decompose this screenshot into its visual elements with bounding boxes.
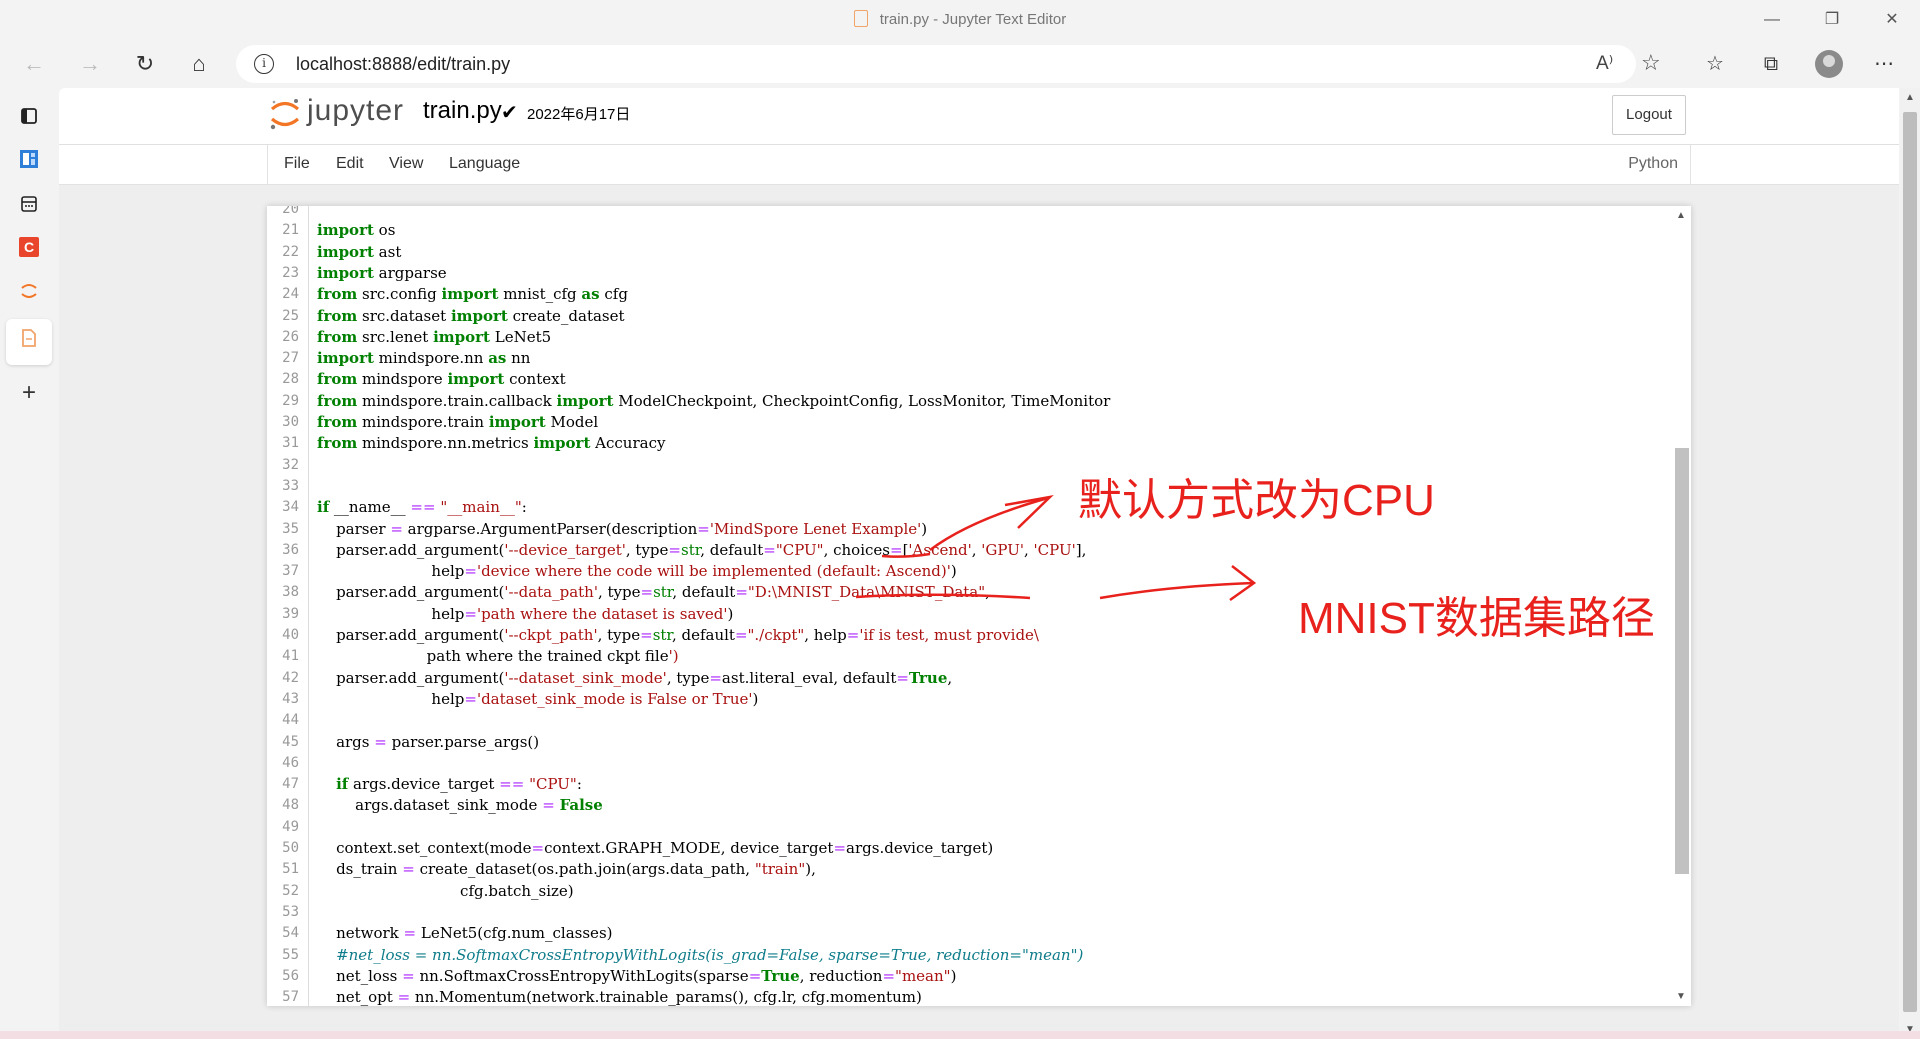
path-arrow [1099, 581, 1254, 600]
page-scroll-up-arrow[interactable]: ▲ [1905, 92, 1915, 103]
cpu-underline [881, 552, 931, 558]
page-scrollbar[interactable]: ▲ ▼ [1900, 88, 1920, 1039]
annotation-cpu-default: 默认方式改为CPU [1078, 476, 1435, 525]
bottom-strip [0, 1031, 1920, 1039]
path-underline [855, 593, 1031, 600]
page-scroll-thumb[interactable] [1903, 112, 1917, 1012]
cpu-arrow [929, 496, 1049, 552]
annotation-mnist-path: MNIST数据集路径 [1298, 594, 1655, 643]
cpu-arrowhead [1004, 495, 1054, 529]
annotation-marks [855, 495, 1257, 602]
